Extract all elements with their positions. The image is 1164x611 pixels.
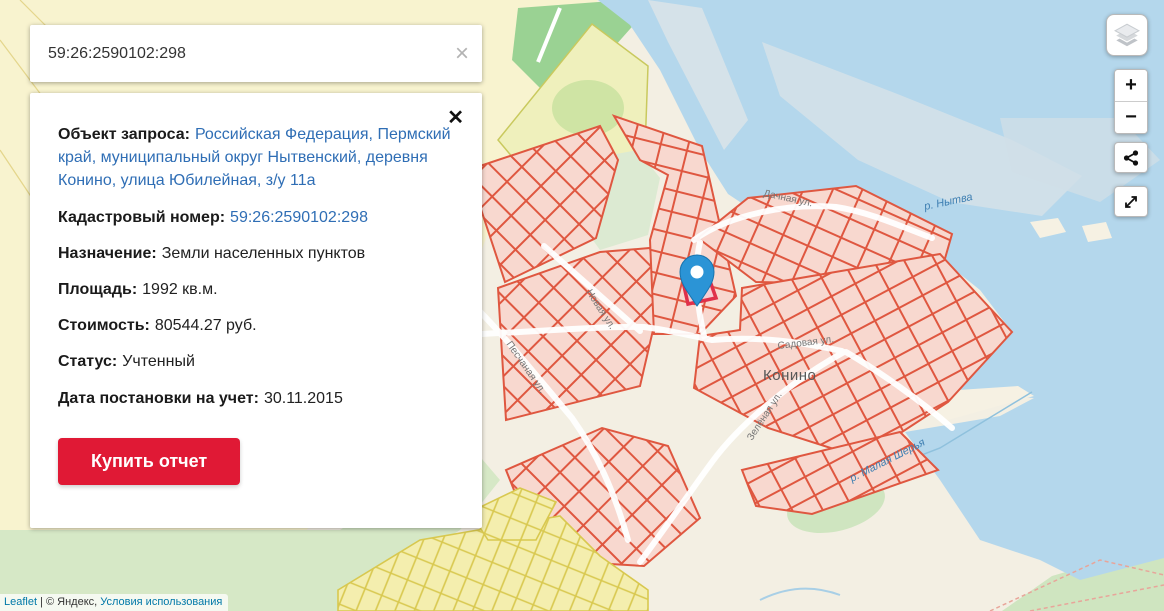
search-panel: × bbox=[30, 25, 482, 82]
field-value: Учтенный bbox=[122, 353, 195, 370]
layers-icon bbox=[1113, 21, 1141, 49]
field-value: 1992 кв.м. bbox=[142, 281, 217, 298]
attribution: Leaflet | © Яндекс, Условия использовани… bbox=[0, 594, 228, 611]
share-icon bbox=[1122, 149, 1140, 167]
field-registration-date: Дата постановки на учет: 30.11.2015 bbox=[58, 387, 452, 410]
field-status: Статус: Учтенный bbox=[58, 350, 452, 373]
field-value: 30.11.2015 bbox=[264, 390, 343, 407]
field-cost: Стоимость: 80544.27 руб. bbox=[58, 314, 452, 337]
close-icon[interactable]: ✕ bbox=[447, 105, 464, 130]
share-button[interactable] bbox=[1114, 142, 1148, 173]
place-label-konino: Конино bbox=[763, 367, 816, 384]
field-label: Кадастровый номер: bbox=[58, 209, 225, 226]
field-label: Назначение: bbox=[58, 245, 157, 262]
clear-search-icon[interactable]: × bbox=[442, 25, 482, 82]
cadastral-number-link[interactable]: 59:26:2590102:298 bbox=[230, 209, 368, 226]
zoom-control: + − bbox=[1114, 69, 1148, 134]
buy-report-button[interactable]: Купить отчет bbox=[58, 438, 240, 485]
field-value: 80544.27 руб. bbox=[155, 317, 257, 334]
field-label: Площадь: bbox=[58, 281, 137, 298]
fullscreen-button[interactable] bbox=[1114, 186, 1148, 217]
zoom-out-button[interactable]: − bbox=[1115, 101, 1147, 133]
field-label: Дата постановки на учет: bbox=[58, 390, 259, 407]
field-label: Объект запроса: bbox=[58, 126, 190, 143]
field-cadastral-number: Кадастровый номер: 59:26:2590102:298 bbox=[58, 206, 452, 229]
field-purpose: Назначение: Земли населенных пунктов bbox=[58, 242, 452, 265]
field-label: Стоимость: bbox=[58, 317, 150, 334]
attribution-text: | © Яндекс, bbox=[37, 596, 100, 608]
field-area: Площадь: 1992 кв.м. bbox=[58, 278, 452, 301]
terms-link[interactable]: Условия использования bbox=[100, 596, 222, 608]
leaflet-link[interactable]: Leaflet bbox=[4, 596, 37, 608]
search-input[interactable] bbox=[30, 45, 442, 63]
zoom-in-button[interactable]: + bbox=[1115, 70, 1147, 101]
fullscreen-icon bbox=[1122, 193, 1140, 211]
field-value: Земли населенных пунктов bbox=[162, 245, 365, 262]
field-label: Статус: bbox=[58, 353, 117, 370]
layers-button[interactable] bbox=[1106, 14, 1148, 56]
field-object: Объект запроса:Российская Федерация, Пер… bbox=[58, 123, 452, 193]
parcel-info-card: ✕ Объект запроса:Российская Федерация, П… bbox=[30, 93, 482, 528]
